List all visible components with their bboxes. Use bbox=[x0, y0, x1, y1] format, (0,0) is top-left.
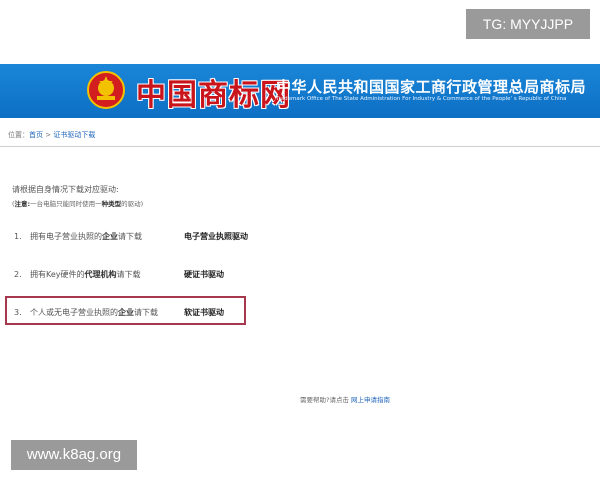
header-subtitle: Trademark Office of The State Administra… bbox=[276, 96, 567, 102]
help-text: 需要帮助?请点击 bbox=[300, 396, 349, 404]
watermark-site: www.k8ag.org bbox=[11, 440, 137, 470]
option-pre: 拥有Key硬件的 bbox=[30, 270, 85, 279]
note-strong: 种类型 bbox=[101, 200, 122, 208]
note-label: 注意: bbox=[14, 200, 31, 208]
intro-text: 请根据自身情况下载对应驱动: bbox=[12, 185, 119, 194]
option-post: 请下载 bbox=[118, 232, 142, 241]
option-number: 1. bbox=[14, 232, 22, 241]
breadcrumb-separator: > bbox=[43, 131, 54, 139]
option-number: 2. bbox=[14, 270, 22, 279]
header-title: 中华人民共和国国家工商行政管理总局商标局 bbox=[276, 78, 587, 96]
help-guide-link[interactable]: 网上申请指南 bbox=[351, 396, 390, 404]
highlight-box bbox=[5, 296, 246, 325]
breadcrumb-divider bbox=[0, 146, 600, 147]
breadcrumb: 位置：首页 > 证书驱动下载 bbox=[8, 130, 95, 140]
option-strong: 企业 bbox=[102, 232, 118, 241]
help-footer: 需要帮助?请点击 网上申请指南 bbox=[300, 394, 390, 404]
note-body: 一台电脑只能同时使用一 bbox=[30, 200, 102, 208]
note-tail: 的驱动) bbox=[121, 200, 144, 208]
driver-link-electronic-license[interactable]: 电子营业执照驱动 bbox=[184, 231, 248, 242]
national-emblem-icon bbox=[87, 71, 125, 109]
option-item-2: 2. 拥有Key硬件的代理机构请下载 硬证书驱动 bbox=[14, 269, 224, 280]
breadcrumb-current[interactable]: 证书驱动下载 bbox=[53, 131, 95, 139]
option-strong: 代理机构 bbox=[84, 270, 117, 279]
option-pre: 拥有电子营业执照的 bbox=[30, 232, 102, 241]
watermark-tg: TG: MYYJJPP bbox=[466, 9, 590, 39]
option-post: 请下载 bbox=[116, 270, 141, 279]
option-item-1: 1. 拥有电子营业执照的企业请下载 电子营业执照驱动 bbox=[14, 231, 248, 242]
breadcrumb-home-link[interactable]: 首页 bbox=[29, 131, 43, 139]
breadcrumb-prefix: 位置： bbox=[8, 131, 29, 139]
note-text: (注意:一台电脑只能同时使用一种类型的驱动) bbox=[12, 198, 143, 208]
site-logo-text[interactable]: 中国商标网 bbox=[136, 70, 291, 114]
driver-link-hard-certificate[interactable]: 硬证书驱动 bbox=[184, 269, 224, 280]
